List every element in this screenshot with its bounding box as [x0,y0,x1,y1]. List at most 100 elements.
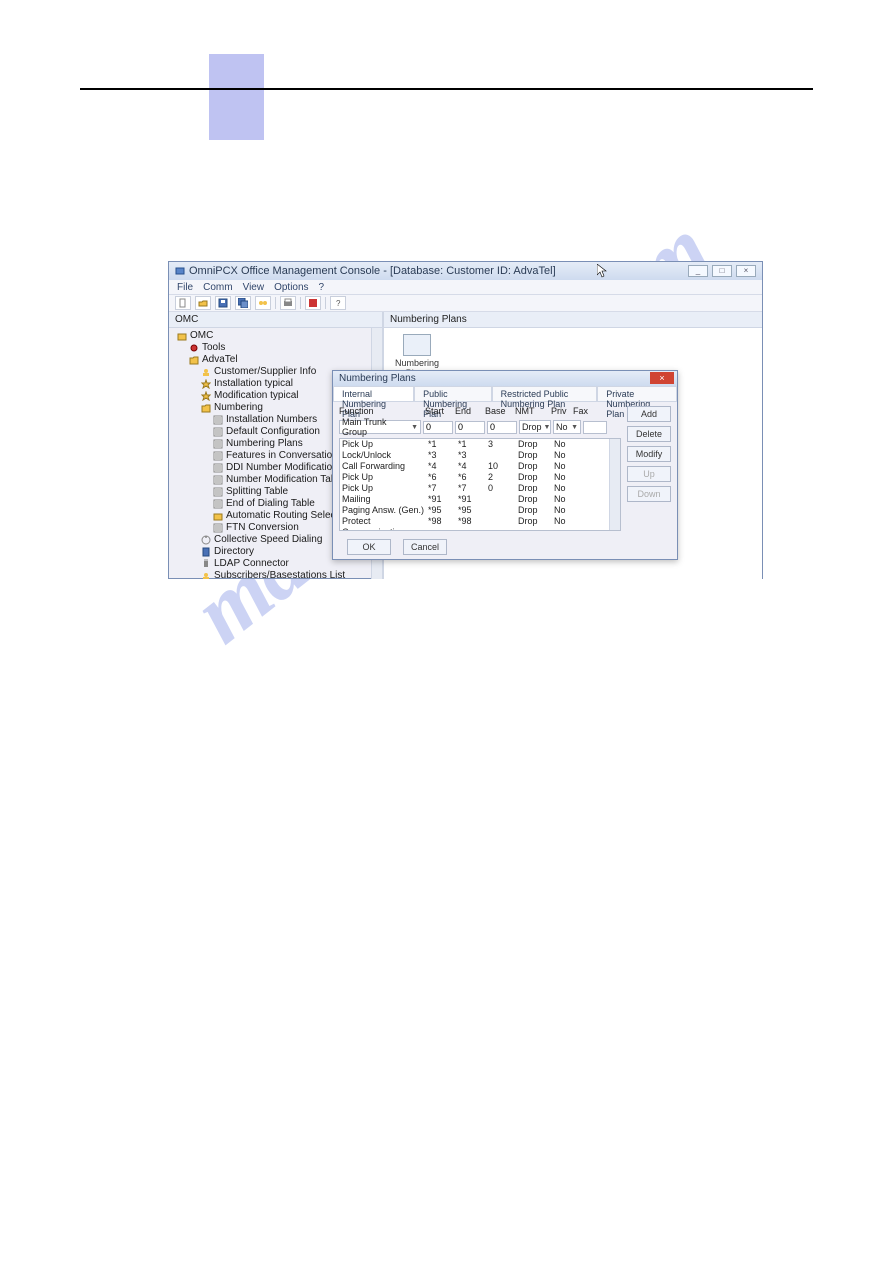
tree-item-label: Modification typical [214,390,298,402]
chevron-down-icon: ▼ [411,424,418,431]
folder-icon [213,511,223,521]
add-button[interactable]: Add [627,406,671,422]
header-rule [80,88,813,90]
delete-button[interactable]: Delete [627,426,671,442]
tree-item-label: Splitting Table [226,486,288,498]
mouse-cursor [597,264,607,278]
toolbar-print-icon[interactable] [280,296,296,310]
plan-row[interactable]: Mailing*91*91DropNo [340,494,620,505]
menu-view[interactable]: View [243,282,265,293]
dialog-tabs: Internal Numbering Plan Public Numbering… [333,386,677,402]
tree-item-label: Features in Conversation [226,450,338,462]
star-icon [201,379,211,389]
function-select[interactable]: Main Trunk Group▼ [339,420,421,434]
plan-row[interactable]: Call Forwarding*4*410DropNo [340,461,620,472]
folder-open-icon [189,355,199,365]
base-input[interactable] [487,421,517,434]
list-icon [213,523,223,533]
toolbar-open-icon[interactable] [195,296,211,310]
people-icon [201,367,211,377]
header-accent [209,54,264,140]
start-input[interactable] [423,421,453,434]
tab-public[interactable]: Public Numbering Plan [414,386,492,401]
chevron-down-icon: ▼ [571,424,578,431]
tree-item[interactable]: OMC [173,330,378,342]
tree-item-label: Collective Speed Dialing [214,534,322,546]
numbering-plans-icon [403,334,431,356]
tree-item-label: End of Dialing Table [226,498,315,510]
toolbar-saveall-icon[interactable] [235,296,251,310]
tree-item-label: Directory [214,546,254,558]
menu-options[interactable]: Options [274,282,308,293]
tree-item-label: Installation Numbers [226,414,317,426]
maximize-button[interactable]: □ [712,265,732,277]
tree-item-label: Installation typical [214,378,293,390]
menu-file[interactable]: File [177,282,193,293]
menu-comm[interactable]: Comm [203,282,232,293]
nmt-select[interactable]: Drop▼ [519,420,551,434]
tree-item-label: LDAP Connector [214,558,289,570]
dial-icon [201,535,211,545]
tab-internal[interactable]: Internal Numbering Plan [333,386,414,401]
plan-row[interactable]: Lock/Unlock*3*3DropNo [340,450,620,461]
toolbar-new-icon[interactable] [175,296,191,310]
col-function: Function [339,406,425,416]
col-nmt: NMT [515,406,551,416]
down-button[interactable]: Down [627,486,671,502]
plan-row[interactable]: Pick Up*6*62DropNo [340,472,620,483]
chevron-down-icon: ▼ [544,424,551,431]
folder-icon [177,331,187,341]
numbering-plans-dialog: Numbering Plans × Internal Numbering Pla… [332,370,678,560]
tree-item-label: Subscribers/Basestations List [214,570,345,579]
star-icon [201,391,211,401]
modify-button[interactable]: Modify [627,446,671,462]
col-base: Base [485,406,515,416]
list-icon [213,451,223,461]
col-priv: Priv [551,406,573,416]
cancel-button[interactable]: Cancel [403,539,447,555]
toolbar-save-icon[interactable] [215,296,231,310]
tree-item[interactable]: Tools [173,342,378,354]
content-header: Numbering Plans [384,312,762,328]
minimize-button[interactable]: _ [688,265,708,277]
priv-select[interactable]: No▼ [553,420,581,434]
plan-row[interactable]: Pick Up*1*13DropNo [340,439,620,450]
title-bar[interactable]: OmniPCX Office Management Console - [Dat… [169,262,762,280]
tree-item-label: Default Configuration [226,426,320,438]
svg-text:?: ? [336,299,341,308]
tree-item-label: AdvaTel [202,354,238,366]
menu-help[interactable]: ? [319,282,325,293]
tab-restricted-public[interactable]: Restricted Public Numbering Plan [492,386,598,401]
end-input[interactable] [455,421,485,434]
fax-input[interactable] [583,421,607,434]
tools-icon [189,343,199,353]
plug-icon [201,559,211,569]
plan-row[interactable]: Pick Up*7*70DropNo [340,483,620,494]
ok-button[interactable]: OK [347,539,391,555]
up-button[interactable]: Up [627,466,671,482]
list-icon [213,499,223,509]
toolbar-stop-icon[interactable] [305,296,321,310]
col-fax: Fax [573,406,595,416]
tree-item[interactable]: AdvaTel [173,354,378,366]
tree-item-label: OMC [190,330,213,342]
toolbar-connect-icon[interactable] [255,296,271,310]
plan-row[interactable]: Protect Communication*98*98DropNo [340,516,620,531]
toolbar: ? [169,294,762,312]
menu-bar: File Comm View Options ? [169,280,762,294]
toolbar-about-icon[interactable]: ? [330,296,346,310]
dialog-close-button[interactable]: × [650,372,674,384]
list-icon [213,439,223,449]
folder-open-icon [201,403,211,413]
tree-item-label: Customer/Supplier Info [214,366,316,378]
plan-row[interactable]: Paging Answ. (Gen.)*95*95DropNo [340,505,620,516]
list-icon [213,463,223,473]
list-icon [213,415,223,425]
plan-list[interactable]: Pick Up*1*13DropNoLock/Unlock*3*3DropNoC… [339,438,621,531]
list-scrollbar[interactable] [609,439,620,530]
tab-private[interactable]: Private Numbering Plan [597,386,677,401]
close-button[interactable]: × [736,265,756,277]
tree-item-label: Numbering Plans [226,438,303,450]
dialog-title-bar[interactable]: Numbering Plans × [333,371,677,386]
tree-item[interactable]: Subscribers/Basestations List [173,570,378,579]
